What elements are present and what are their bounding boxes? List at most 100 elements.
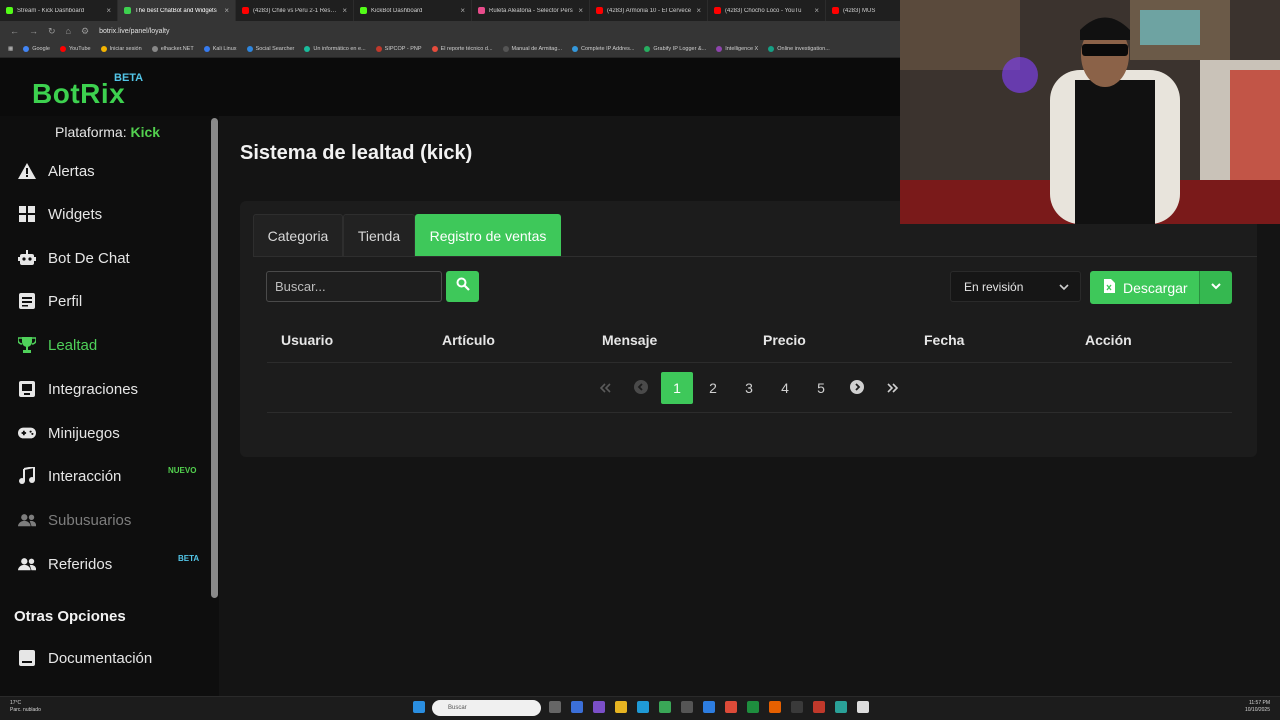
sidebar-item-integraciones[interactable]: Integraciones bbox=[0, 369, 211, 409]
bookmark[interactable]: Un informático en e... bbox=[304, 46, 366, 52]
botrix-logo[interactable]: BotRix bbox=[32, 78, 125, 110]
notepad-icon[interactable] bbox=[857, 701, 869, 713]
download-button[interactable]: Descargar bbox=[1090, 271, 1199, 304]
copilot-icon[interactable] bbox=[571, 701, 583, 713]
browser-tab[interactable]: KickBot Dashboard × bbox=[354, 0, 472, 21]
bookmark[interactable]: SIPCOP - PNP bbox=[375, 46, 422, 52]
sidebar-item-referidos[interactable]: Referidos bbox=[0, 544, 211, 584]
search-button[interactable] bbox=[446, 271, 479, 302]
taskbar-search[interactable]: Buscar bbox=[432, 700, 541, 716]
close-icon[interactable]: × bbox=[342, 6, 347, 15]
sidebar-item-perfil[interactable]: Perfil bbox=[0, 281, 211, 321]
browser-tab[interactable]: (4283) Armonia 10 - El Cervece × bbox=[590, 0, 708, 21]
xbox-icon[interactable] bbox=[747, 701, 759, 713]
sidebar-item-bot-de-chat[interactable]: Bot De Chat bbox=[0, 238, 211, 278]
last-page-button[interactable] bbox=[877, 372, 909, 404]
home-icon[interactable]: ⌂ bbox=[66, 26, 71, 36]
bookmark[interactable]: YouTube bbox=[59, 46, 91, 52]
bookmark[interactable]: Intelligence X bbox=[716, 46, 758, 52]
windows-start-icon[interactable] bbox=[413, 701, 425, 713]
taskbar-clock[interactable]: 11:57 PM 10/10/2025 bbox=[1245, 700, 1270, 714]
column-header-mensaje[interactable]: Mensaje bbox=[602, 332, 657, 348]
chevron-down-icon bbox=[1058, 281, 1070, 296]
store-icon[interactable] bbox=[659, 701, 671, 713]
browser-tab[interactable]: (4283) Chile vs Peru 2-1 Resum × bbox=[236, 0, 354, 21]
prev-page-button[interactable] bbox=[625, 372, 657, 404]
close-icon[interactable]: × bbox=[106, 6, 111, 15]
page-button-1[interactable]: 1 bbox=[661, 372, 693, 404]
search-input[interactable] bbox=[266, 271, 442, 302]
page-button-4[interactable]: 4 bbox=[769, 372, 801, 404]
browser-tab[interactable]: (4283) Chocho Loco - YouTu × bbox=[708, 0, 826, 21]
bookmark[interactable]: Online investigation... bbox=[768, 46, 830, 52]
wheel-favicon-icon bbox=[478, 7, 485, 14]
media-icon[interactable] bbox=[791, 701, 803, 713]
column-header-fecha[interactable]: Fecha bbox=[924, 332, 964, 348]
column-header-articulo[interactable]: Artículo bbox=[442, 332, 495, 348]
bookmark[interactable]: Google bbox=[23, 46, 50, 52]
next-page-button[interactable] bbox=[841, 372, 873, 404]
sidebar-scrollbar-thumb[interactable] bbox=[211, 118, 218, 598]
sidebar-item-lealtad[interactable]: Lealtad bbox=[0, 325, 211, 365]
page-button-5[interactable]: 5 bbox=[805, 372, 837, 404]
sidebar-item-minijuegos[interactable]: Minijuegos bbox=[0, 413, 211, 453]
back-icon[interactable]: ← bbox=[10, 26, 19, 36]
bookmark[interactable]: El reporte técnico d... bbox=[431, 46, 493, 52]
app-icon[interactable] bbox=[835, 701, 847, 713]
task-view-icon[interactable] bbox=[549, 701, 561, 713]
bookmark[interactable]: Social Searcher bbox=[246, 46, 294, 52]
settings-icon[interactable] bbox=[681, 701, 693, 713]
url-field[interactable]: botrix.live/panel/loyalty bbox=[99, 28, 169, 35]
browser-tab[interactable]: Stream - Kick Dashboard × bbox=[0, 0, 118, 21]
sidebar-item-subusuarios[interactable]: Subusuarios bbox=[0, 500, 211, 540]
firefox-icon[interactable] bbox=[769, 701, 781, 713]
first-page-button[interactable] bbox=[589, 372, 621, 404]
bookmark[interactable]: Complete IP Addres... bbox=[572, 46, 634, 52]
sidebar-item-interaccion[interactable]: Interacción bbox=[0, 456, 211, 496]
sidebar-item-alertas[interactable]: Alertas bbox=[0, 151, 211, 191]
page-button-2[interactable]: 2 bbox=[697, 372, 729, 404]
tab-categoria[interactable]: Categoria bbox=[253, 214, 343, 256]
file-explorer-icon[interactable] bbox=[615, 701, 627, 713]
close-icon[interactable]: × bbox=[460, 6, 465, 15]
bookmark[interactable]: Kali Linux bbox=[203, 46, 237, 52]
excel-file-icon bbox=[1104, 279, 1115, 296]
download-options-button[interactable] bbox=[1199, 271, 1232, 304]
sidebar-item-documentacion[interactable]: Documentación bbox=[0, 638, 211, 678]
vscode-icon[interactable] bbox=[703, 701, 715, 713]
column-header-accion[interactable]: Acción bbox=[1085, 332, 1132, 348]
sidebar-item-label: Widgets bbox=[48, 205, 103, 223]
obs-icon[interactable] bbox=[813, 701, 825, 713]
bookmark[interactable]: Manual de Armitag... bbox=[502, 46, 562, 52]
tab-registro-de-ventas[interactable]: Registro de ventas bbox=[415, 214, 561, 256]
bookmark[interactable]: Iniciar sesión bbox=[100, 46, 142, 52]
tabs-divider bbox=[253, 256, 1257, 257]
page-button-3[interactable]: 3 bbox=[733, 372, 765, 404]
column-header-precio[interactable]: Precio bbox=[763, 332, 806, 348]
forward-icon[interactable]: → bbox=[29, 26, 38, 36]
column-header-usuario[interactable]: Usuario bbox=[281, 332, 333, 348]
edge-icon[interactable] bbox=[637, 701, 649, 713]
sidebar-item-widgets[interactable]: Widgets bbox=[0, 194, 211, 234]
chrome-icon[interactable] bbox=[725, 701, 737, 713]
reload-icon[interactable]: ↻ bbox=[48, 26, 56, 37]
sidebar-item-label: Bot De Chat bbox=[48, 249, 130, 267]
tab-tienda[interactable]: Tienda bbox=[343, 214, 415, 256]
status-select[interactable]: En revisión bbox=[950, 271, 1081, 302]
youtube-favicon-icon bbox=[596, 7, 603, 14]
bookmark[interactable]: elhacker.NET bbox=[151, 46, 194, 52]
apps-icon[interactable]: ▦ bbox=[8, 46, 13, 52]
bookmark-label: YouTube bbox=[68, 46, 91, 52]
browser-tab-active[interactable]: The best ChatBot and Widgets × bbox=[118, 0, 236, 21]
site-info-icon[interactable]: ⚙ bbox=[81, 26, 89, 37]
close-icon[interactable]: × bbox=[696, 6, 701, 15]
close-icon[interactable]: × bbox=[224, 6, 229, 15]
weather-widget[interactable]: 17°C Parc. nublado bbox=[10, 700, 41, 714]
browser-tab[interactable]: Ruleta Aleatoria - Selector Pers × bbox=[472, 0, 590, 21]
youtube-favicon-icon bbox=[242, 7, 249, 14]
bookmark[interactable]: Grabify IP Logger &... bbox=[644, 46, 706, 52]
close-icon[interactable]: × bbox=[578, 6, 583, 15]
double-chevron-left-icon bbox=[599, 380, 611, 396]
close-icon[interactable]: × bbox=[814, 6, 819, 15]
teams-icon[interactable] bbox=[593, 701, 605, 713]
